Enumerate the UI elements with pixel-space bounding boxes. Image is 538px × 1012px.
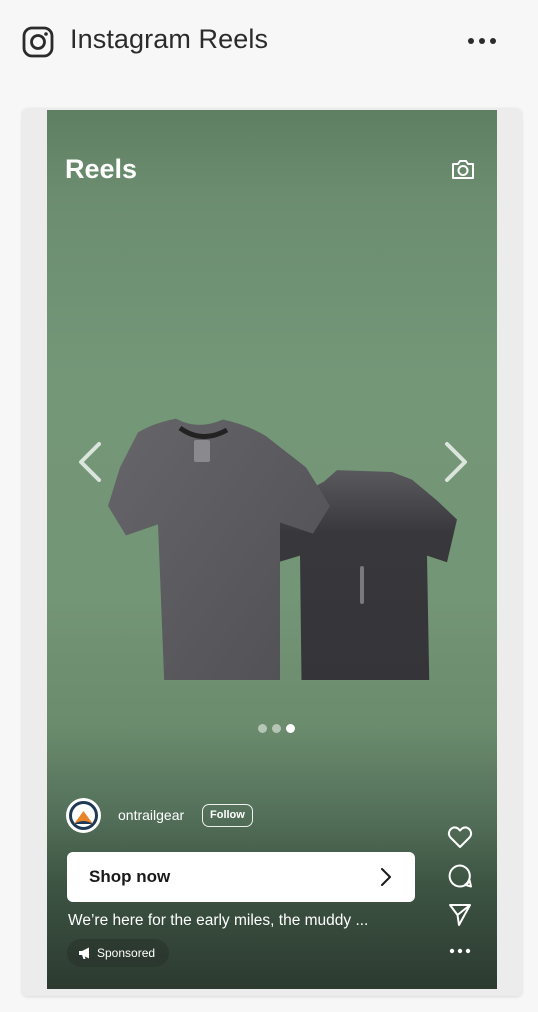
heart-icon[interactable]: [447, 824, 473, 850]
carousel-dot-active[interactable]: [286, 724, 295, 733]
sponsored-badge: Sponsored: [67, 939, 170, 967]
comment-icon[interactable]: [447, 864, 473, 890]
next-slide-icon[interactable]: [441, 440, 471, 484]
share-icon[interactable]: [447, 902, 473, 928]
instagram-icon[interactable]: [22, 26, 54, 58]
caption[interactable]: We’re here for the early miles, the mudd…: [68, 912, 368, 930]
username[interactable]: ontrailgear: [118, 807, 184, 823]
sponsored-label: Sponsored: [97, 946, 156, 960]
shop-now-label: Shop now: [89, 867, 171, 886]
more-icon[interactable]: [447, 946, 473, 956]
more-horizontal-icon[interactable]: [466, 36, 498, 46]
previous-slide-icon[interactable]: [75, 440, 105, 484]
megaphone-icon: [79, 947, 89, 959]
reel-viewer[interactable]: Reels ontrailgear Follow Shop now We’re …: [47, 110, 497, 989]
chevron-right-icon: [381, 868, 391, 886]
carousel-dots: [258, 724, 298, 734]
reel-title: Reels: [65, 154, 138, 184]
camera-icon[interactable]: [450, 157, 476, 181]
carousel-dot[interactable]: [258, 724, 267, 733]
follow-button[interactable]: Follow: [202, 804, 253, 827]
product-image: [108, 418, 457, 680]
page-title: Instagram Reels: [70, 24, 269, 54]
avatar[interactable]: [66, 798, 101, 833]
header: Instagram Reels: [0, 0, 538, 86]
carousel-dot[interactable]: [272, 724, 281, 733]
shop-now-button[interactable]: Shop now: [67, 852, 415, 902]
